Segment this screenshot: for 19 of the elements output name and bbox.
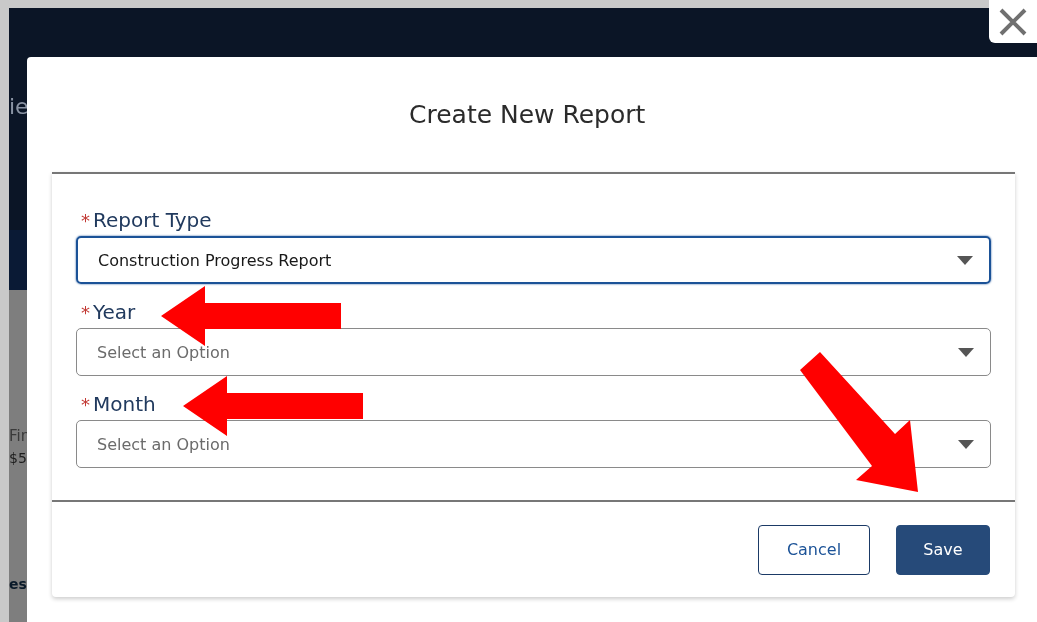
close-icon <box>998 6 1028 37</box>
close-button[interactable] <box>989 0 1037 43</box>
field-label: Month <box>93 392 156 416</box>
dropdown-field[interactable]: Construction Progress Report <box>76 236 991 284</box>
required-asterisk: * <box>81 301 90 323</box>
caret-icon <box>957 255 973 265</box>
dropdown-field[interactable]: Select an Option <box>76 420 991 468</box>
save-button[interactable]: Save <box>896 524 990 575</box>
required-asterisk: * <box>81 393 90 415</box>
caret-icon <box>958 347 974 357</box>
field-label: Report Type <box>93 208 212 232</box>
field-label: Year <box>93 300 136 324</box>
cancel-button[interactable]: Cancel <box>758 524 870 575</box>
page-section-title: es <box>9 576 27 592</box>
page-value: $5 <box>9 450 27 466</box>
modal-title: Create New Report <box>408 99 647 131</box>
caret-icon <box>958 439 974 449</box>
required-asterisk: * <box>81 209 90 231</box>
page-heading: ie <box>9 94 29 119</box>
